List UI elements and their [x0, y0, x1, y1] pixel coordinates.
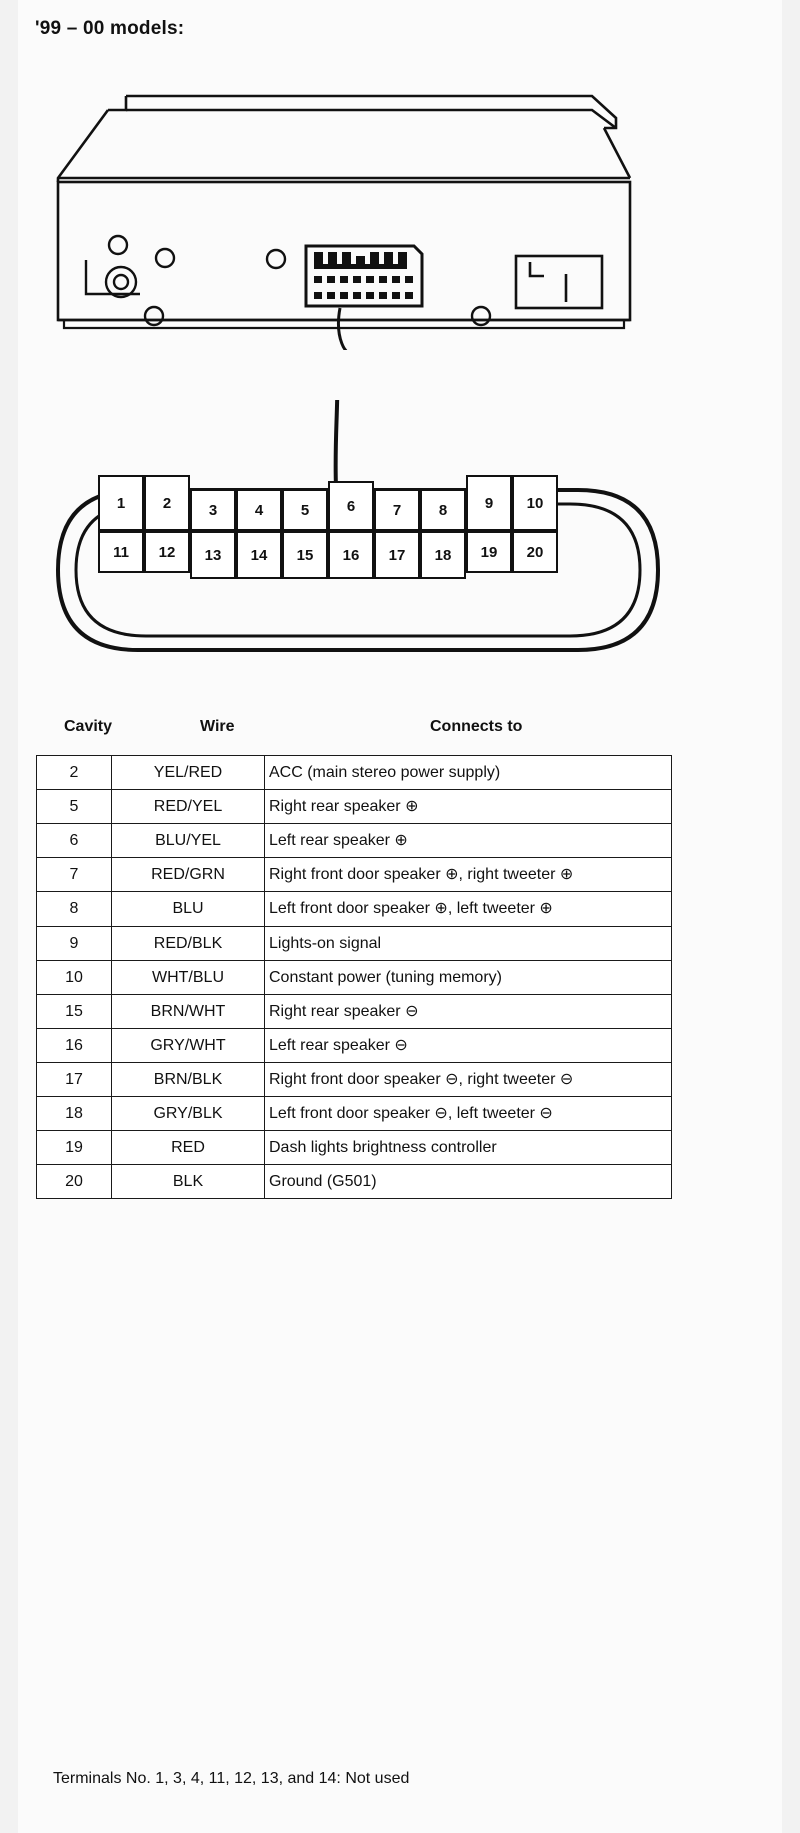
- cell-connects-to: Right rear speaker ⊕: [264, 789, 672, 825]
- cell-wire: BRN/BLK: [111, 1061, 265, 1098]
- table-row: 17 BRN/BLK Right front door speaker ⊖, r…: [36, 1061, 672, 1098]
- cell-cavity: 19: [36, 1130, 112, 1166]
- cell-cavity: 9: [36, 925, 112, 961]
- cell-connects-to: Lights-on signal: [264, 925, 672, 961]
- cell-connects-to: ACC (main stereo power supply): [264, 754, 672, 791]
- connector-pin-7[interactable]: 7: [374, 489, 420, 531]
- table-row: 16 GRY/WHT Left rear speaker ⊖: [36, 1027, 672, 1063]
- cell-cavity: 2: [36, 754, 112, 791]
- connector-pin-19[interactable]: 19: [466, 531, 512, 573]
- cell-connects-to: Ground (G501): [264, 1164, 672, 1200]
- connector-pin-15[interactable]: 15: [282, 531, 328, 579]
- cell-connects-to: Right front door speaker ⊕, right tweete…: [264, 857, 672, 893]
- stereo-unit-illustration: [18, 70, 782, 350]
- cell-connects-to: Right front door speaker ⊖, right tweete…: [264, 1061, 672, 1098]
- wire-table-body: 2 YEL/RED ACC (main stereo power supply)…: [36, 754, 672, 1200]
- connector-pin-20[interactable]: 20: [512, 531, 558, 573]
- cell-cavity: 18: [36, 1096, 112, 1132]
- cell-cavity: 16: [36, 1027, 112, 1063]
- cell-cavity: 20: [36, 1164, 112, 1200]
- table-row: 18 GRY/BLK Left front door speaker ⊖, le…: [36, 1096, 672, 1132]
- cell-wire: BRN/WHT: [111, 993, 265, 1029]
- page-title: '99 – 00 models:: [35, 18, 185, 39]
- connector-socket: [304, 244, 424, 308]
- cell-wire: RED/GRN: [111, 857, 265, 893]
- connector-pin-6[interactable]: 6: [328, 481, 374, 531]
- table-row: 2 YEL/RED ACC (main stereo power supply): [36, 754, 672, 791]
- not-used-terminals-note: Terminals No. 1, 3, 4, 11, 12, 13, and 1…: [53, 1770, 410, 1787]
- cell-wire: YEL/RED: [111, 754, 265, 791]
- table-row: 9 RED/BLK Lights-on signal: [36, 925, 672, 961]
- cell-cavity: 15: [36, 993, 112, 1029]
- cell-connects-to: Left rear speaker ⊕: [264, 823, 672, 859]
- wire-table-header: Cavity Wire Connects to: [18, 712, 782, 748]
- cell-cavity: 8: [36, 891, 112, 927]
- cell-connects-to: Right rear speaker ⊖: [264, 993, 672, 1029]
- connector-pin-18[interactable]: 18: [420, 531, 466, 579]
- connector-pin-13[interactable]: 13: [190, 531, 236, 579]
- cell-wire: GRY/BLK: [111, 1096, 265, 1132]
- connector-pin-8[interactable]: 8: [420, 489, 466, 531]
- table-row: 5 RED/YEL Right rear speaker ⊕: [36, 789, 672, 825]
- cell-connects-to: Left front door speaker ⊖, left tweeter …: [264, 1096, 672, 1132]
- connector-pin-17[interactable]: 17: [374, 531, 420, 579]
- cell-wire: WHT/BLU: [111, 959, 265, 995]
- table-row: 6 BLU/YEL Left rear speaker ⊕: [36, 823, 672, 859]
- connector-pin-1[interactable]: 1: [98, 475, 144, 531]
- cell-wire: RED/BLK: [111, 925, 265, 961]
- table-row: 20 BLK Ground (G501): [36, 1164, 672, 1200]
- table-row: 7 RED/GRN Right front door speaker ⊕, ri…: [36, 857, 672, 893]
- manual-page: '99 – 00 models: 1 2 3 4 5 6 7 8 9 10 11…: [18, 0, 782, 1833]
- cell-wire: GRY/WHT: [111, 1027, 265, 1063]
- connector-pin-11[interactable]: 11: [98, 531, 144, 573]
- cell-wire: RED/YEL: [111, 789, 265, 825]
- cell-wire: BLU: [111, 891, 265, 927]
- connector-pin-9[interactable]: 9: [466, 475, 512, 531]
- wire-table: 2 YEL/RED ACC (main stereo power supply)…: [36, 754, 672, 1200]
- cell-cavity: 10: [36, 959, 112, 995]
- left-margin: [0, 0, 18, 1833]
- cell-cavity: 6: [36, 823, 112, 859]
- connector-pin-10[interactable]: 10: [512, 475, 558, 531]
- right-margin: [782, 0, 800, 1833]
- cell-wire: BLU/YEL: [111, 823, 265, 859]
- connector-pin-grid: 1 2 3 4 5 6 7 8 9 10 11 12 13 14 15 16 1…: [98, 475, 578, 595]
- cell-cavity: 5: [36, 789, 112, 825]
- connector-pin-16[interactable]: 16: [328, 531, 374, 579]
- column-header-wire: Wire: [200, 718, 235, 735]
- connector-pin-14[interactable]: 14: [236, 531, 282, 579]
- cell-wire: RED: [111, 1130, 265, 1166]
- cell-connects-to: Constant power (tuning memory): [264, 959, 672, 995]
- column-header-cavity: Cavity: [64, 718, 113, 735]
- connector-detail-illustration: 1 2 3 4 5 6 7 8 9 10 11 12 13 14 15 16 1…: [18, 400, 782, 700]
- table-row: 19 RED Dash lights brightness controller: [36, 1130, 672, 1166]
- column-header-connects-to: Connects to: [430, 718, 523, 735]
- connector-pin-12[interactable]: 12: [144, 531, 190, 573]
- cell-connects-to: Left front door speaker ⊕, left tweeter …: [264, 891, 672, 927]
- connector-pin-2[interactable]: 2: [144, 475, 190, 531]
- cell-connects-to: Dash lights brightness controller: [264, 1130, 672, 1166]
- cell-wire: BLK: [111, 1164, 265, 1200]
- cell-cavity: 7: [36, 857, 112, 893]
- table-row: 10 WHT/BLU Constant power (tuning memory…: [36, 959, 672, 995]
- cell-connects-to: Left rear speaker ⊖: [264, 1027, 672, 1063]
- stereo-unit-svg: [56, 94, 632, 350]
- connector-pin-4[interactable]: 4: [236, 489, 282, 531]
- table-row: 8 BLU Left front door speaker ⊕, left tw…: [36, 891, 672, 927]
- connector-pin-3[interactable]: 3: [190, 489, 236, 531]
- connector-pin-5[interactable]: 5: [282, 489, 328, 531]
- table-row: 15 BRN/WHT Right rear speaker ⊖: [36, 993, 672, 1029]
- cell-cavity: 17: [36, 1061, 112, 1098]
